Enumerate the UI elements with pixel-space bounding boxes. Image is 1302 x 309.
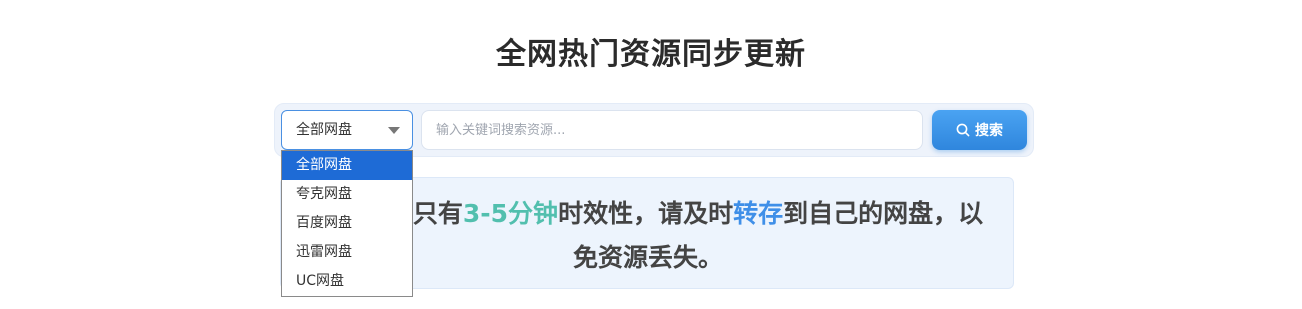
disk-type-selected-value: 全部网盘 [296, 122, 352, 138]
disk-type-select[interactable]: 全部网盘 [281, 110, 413, 150]
search-input[interactable] [421, 110, 923, 150]
page-title: 全网热门资源同步更新 [496, 37, 806, 72]
dropdown-option-xunlei[interactable]: 迅雷网盘 [282, 238, 412, 267]
page: 全网热门资源同步更新 全部网盘 搜索 搜索结果只有3-5分钟时效性，请及时转存到… [0, 0, 1302, 309]
search-button[interactable]: 搜索 [932, 110, 1027, 150]
dropdown-option-uc[interactable]: UC网盘 [282, 267, 412, 296]
chevron-down-icon [388, 127, 400, 134]
search-button-label: 搜索 [975, 123, 1003, 139]
notice-highlight-save: 转存 [733, 199, 784, 228]
dropdown-option-all[interactable]: 全部网盘 [282, 151, 412, 180]
dropdown-option-quark[interactable]: 夸克网盘 [282, 180, 412, 209]
dropdown-option-baidu[interactable]: 百度网盘 [282, 209, 412, 238]
search-icon [956, 123, 970, 137]
notice-text-part: 时效性，请及时 [558, 199, 734, 228]
disk-type-dropdown: 全部网盘 夸克网盘 百度网盘 迅雷网盘 UC网盘 [281, 150, 413, 297]
notice-highlight-duration: 3-5分钟 [462, 199, 559, 228]
